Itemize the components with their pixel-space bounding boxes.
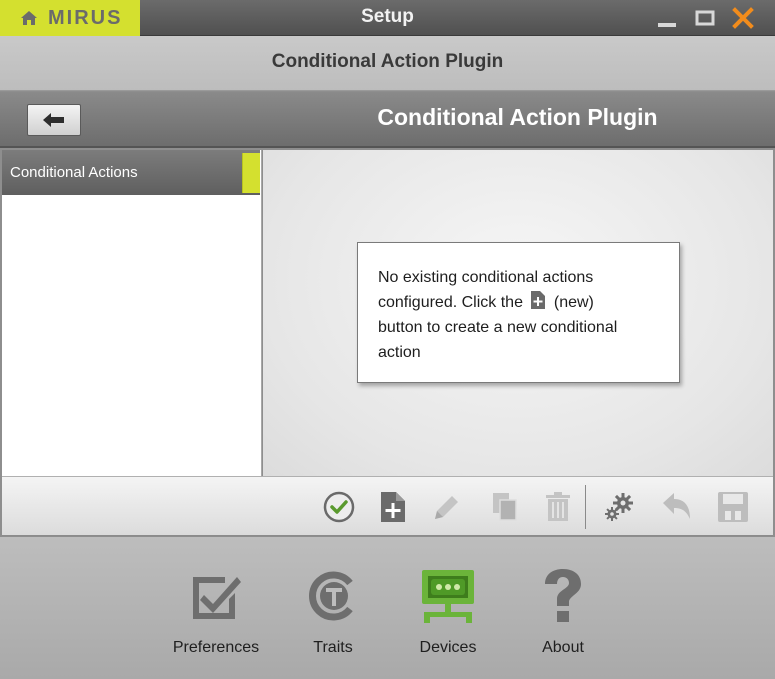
traits-icon [309, 571, 353, 621]
message-line-1: No existing conditional actions [378, 269, 594, 286]
sidebar: Conditional Actions [2, 150, 262, 476]
toolbar-divider [585, 485, 586, 529]
bottom-navigation: Preferences Traits Devices About [0, 537, 775, 679]
close-button[interactable] [731, 6, 755, 30]
nav-label-about: About [542, 639, 584, 656]
content-area: No existing conditional actions configur… [263, 150, 773, 476]
checkbox-icon [193, 577, 241, 619]
nav-label-preferences: Preferences [172, 639, 260, 656]
sidebar-item-label: Conditional Actions [10, 164, 138, 181]
nav-devices[interactable]: Devices [393, 567, 503, 657]
devices-monitor-icon [422, 570, 474, 623]
undo-button[interactable] [660, 489, 694, 525]
trash-icon [546, 492, 570, 521]
copy-button[interactable] [488, 489, 522, 525]
arrow-left-icon [43, 113, 64, 127]
nav-label-devices: Devices [419, 639, 477, 656]
edit-pencil-icon [435, 496, 458, 519]
undo-icon [663, 493, 690, 519]
message-line-2: configured. Click the (new) [378, 290, 661, 315]
delete-button[interactable] [541, 489, 575, 525]
plugin-header: Conditional Action Plugin [0, 92, 775, 148]
ok-icon [323, 491, 355, 523]
minimize-icon [658, 23, 676, 27]
page-title: Conditional Action Plugin [0, 36, 775, 91]
back-button[interactable] [27, 104, 81, 136]
new-document-icon [381, 492, 405, 522]
empty-state-message: No existing conditional actions configur… [357, 242, 680, 383]
nav-traits[interactable]: Traits [278, 567, 388, 657]
selection-indicator [242, 153, 260, 193]
action-toolbar [2, 476, 773, 536]
close-icon [732, 7, 754, 29]
save-button[interactable] [716, 489, 750, 525]
edit-button[interactable] [430, 489, 464, 525]
new-button[interactable] [376, 489, 410, 525]
maximize-icon [695, 10, 715, 26]
question-mark-icon [545, 569, 581, 622]
message-line-2-start: configured. Click the [378, 294, 523, 311]
message-line-2-end: (new) [553, 294, 594, 311]
nav-preferences[interactable]: Preferences [161, 567, 271, 657]
settings-gears-icon [605, 493, 633, 521]
copy-icon [493, 493, 517, 521]
message-line-3: button to create a new conditional [378, 319, 618, 336]
settings-button[interactable] [602, 489, 636, 525]
title-bar: MIRUS Setup [0, 0, 775, 36]
plugin-title: Conditional Action Plugin [377, 104, 658, 130]
new-document-icon [531, 291, 546, 309]
maximize-button[interactable] [693, 6, 717, 30]
nav-label-traits: Traits [313, 639, 353, 656]
save-floppy-icon [718, 492, 748, 522]
minimize-button[interactable] [655, 6, 679, 30]
sidebar-item-conditional-actions[interactable]: Conditional Actions [2, 150, 260, 195]
nav-about[interactable]: About [508, 567, 618, 657]
ok-button[interactable] [322, 489, 356, 525]
message-line-4: action [378, 344, 421, 361]
